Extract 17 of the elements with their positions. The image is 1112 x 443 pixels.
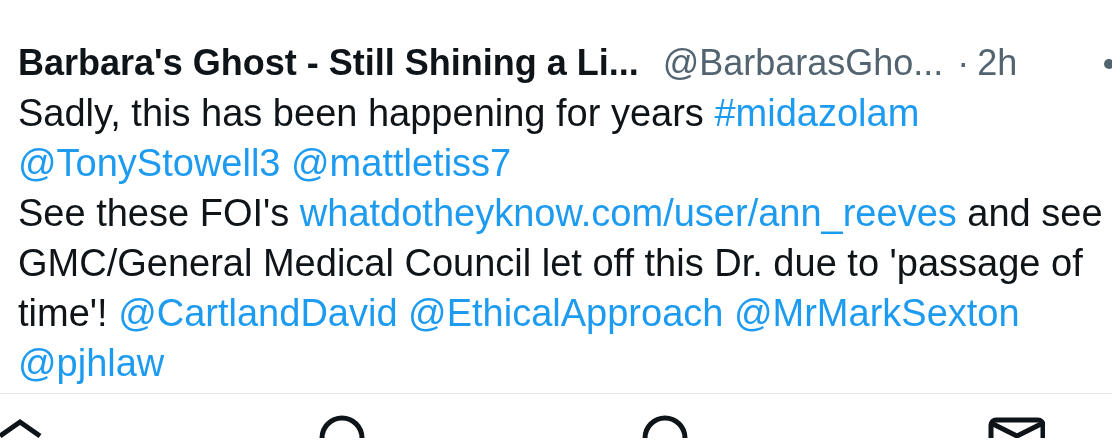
separator-dot: ·	[957, 42, 970, 84]
author-handle[interactable]: @BarbarasGho...	[662, 42, 944, 84]
mention-link[interactable]: @TonyStowell3	[18, 142, 281, 184]
mention-link[interactable]: @mattletiss7	[291, 142, 512, 184]
more-icon[interactable]	[1104, 59, 1112, 69]
mention-link[interactable]: @MrMarkSexton	[733, 292, 1020, 334]
mention-link[interactable]: @CartlandDavid	[118, 292, 398, 334]
post-text-line: See these FOI's whatdotheyknow.com/user/ann_reeves and see	[18, 191, 1104, 236]
author-name[interactable]: Barbara's Ghost - Still Shining a Li...	[18, 42, 639, 84]
post-text-line: time'! @CartlandDavid @EthicalApproach @MrMarkSexton	[18, 291, 1021, 336]
post-time[interactable]: 2h	[977, 42, 1018, 84]
post-text-line: GMC/General Medical Council let off this Dr. due to 'passage of	[18, 241, 1084, 286]
mention-link[interactable]: @pjhlaw	[18, 342, 165, 384]
mention-link[interactable]: @EthicalApproach	[408, 292, 724, 334]
post-text-line: Sadly, this has been happening for years #midazolam	[18, 91, 921, 136]
url-link[interactable]: whatdotheyknow.com/user/ann_reeves	[299, 192, 957, 234]
hashtag-link[interactable]: #midazolam	[714, 92, 920, 134]
